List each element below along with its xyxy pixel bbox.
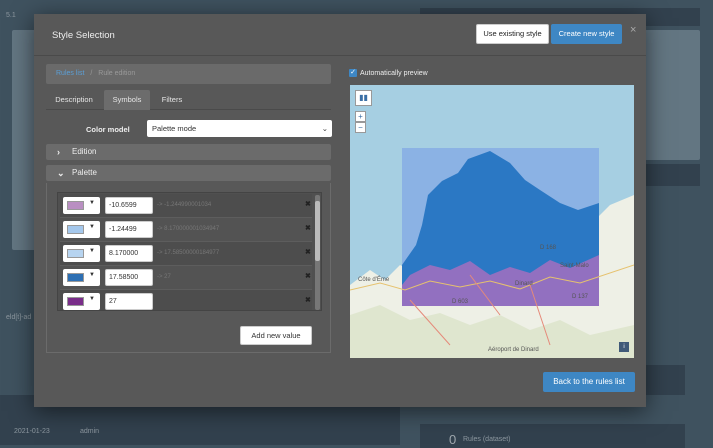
color-picker-button[interactable]: ▼ xyxy=(63,293,100,310)
zoom-out-button[interactable]: − xyxy=(355,122,366,133)
range-text: -> 27 xyxy=(157,274,171,280)
tab-filters[interactable]: Filters xyxy=(152,90,192,110)
breadcrumb-current: Rule edition xyxy=(98,70,136,77)
caret-down-icon: ▼ xyxy=(89,248,95,254)
color-swatch xyxy=(67,225,84,234)
style-selection-modal: Style Selection Use existing style Creat… xyxy=(34,14,646,407)
delete-icon[interactable]: ✖ xyxy=(305,248,311,256)
delete-icon[interactable]: ✖ xyxy=(305,200,311,208)
edition-section-header[interactable]: › Edition xyxy=(46,144,331,160)
auto-preview-label: Automatically preview xyxy=(360,69,428,77)
chevron-down-icon: ⌄ xyxy=(321,124,328,133)
value-input[interactable]: 27 xyxy=(105,293,153,310)
caret-down-icon: ▼ xyxy=(89,296,95,302)
palette-list: ▼ -10.6599 -> -1.244990001034 ✖ ▼ -1.244… xyxy=(57,192,322,311)
chevron-down-icon: ⌄ xyxy=(57,168,65,178)
checkmark-icon: ✓ xyxy=(349,69,357,77)
color-swatch xyxy=(67,201,84,210)
zoom-in-button[interactable]: + xyxy=(355,111,366,122)
range-text: -> -1.244990001034 xyxy=(157,202,212,208)
color-model-select[interactable]: Palette mode ⌄ xyxy=(147,120,332,137)
edition-section-label: Edition xyxy=(72,147,97,156)
value-input[interactable]: 8.170000 xyxy=(105,245,153,262)
value-input[interactable]: -10.6599 xyxy=(105,197,153,214)
auto-preview-checkbox[interactable]: ✓ Automatically preview xyxy=(349,69,428,77)
add-new-value-button[interactable]: Add new value xyxy=(240,326,312,345)
palette-scrollbar[interactable] xyxy=(315,195,320,310)
caret-down-icon: ▼ xyxy=(89,224,95,230)
palette-row: ▼ 8.170000 -> 17.58500000184977 ✖ xyxy=(60,242,312,266)
caret-down-icon: ▼ xyxy=(89,272,95,278)
map-place-label: Dinard xyxy=(515,281,533,287)
back-to-rules-list-button[interactable]: Back to the rules list xyxy=(543,372,635,392)
value-input[interactable]: -1.24499 xyxy=(105,221,153,238)
color-picker-button[interactable]: ▼ xyxy=(63,269,100,286)
color-picker-button[interactable]: ▼ xyxy=(63,245,100,262)
use-existing-style-button[interactable]: Use existing style xyxy=(476,24,549,44)
range-text: -> 17.58500000184977 xyxy=(157,250,220,256)
map-canvas xyxy=(350,148,634,358)
palette-section-header[interactable]: ⌄ Palette xyxy=(46,165,331,181)
tab-symbols[interactable]: Symbols xyxy=(104,90,150,110)
breadcrumb-separator: / xyxy=(90,70,93,77)
map-info-icon[interactable]: i xyxy=(619,342,629,352)
breadcrumb: Rules list / Rule edition xyxy=(46,64,331,84)
palette-row: ▼ 17.58500 -> 27 ✖ xyxy=(60,266,312,290)
map-place-label: D 168 xyxy=(540,245,557,251)
delete-icon[interactable]: ✖ xyxy=(305,272,311,280)
value-input[interactable]: 17.58500 xyxy=(105,269,153,286)
tab-description[interactable]: Description xyxy=(46,90,102,110)
palette-row: ▼ -10.6599 -> -1.244990001034 ✖ xyxy=(60,194,312,218)
map-preview[interactable]: ▮▮ + − Côte d'Éme Dinard Saint-Malo D 16… xyxy=(350,85,634,358)
create-new-style-button[interactable]: Create new style xyxy=(551,24,622,44)
map-place-label: Saint-Malo xyxy=(560,263,589,269)
color-model-label: Color model xyxy=(86,125,130,134)
delete-icon[interactable]: ✖ xyxy=(305,224,311,232)
map-place-label: Côte d'Éme xyxy=(358,277,390,283)
scrollbar-thumb[interactable] xyxy=(315,201,320,261)
map-place-label: Aéroport de Dinard xyxy=(488,347,539,353)
color-swatch xyxy=(67,273,84,282)
tab-bar: Description Symbols Filters xyxy=(46,90,331,110)
range-text: -> 8.170000001034947 xyxy=(157,226,220,232)
palette-panel: ▼ -10.6599 -> -1.244990001034 ✖ ▼ -1.244… xyxy=(46,183,331,353)
color-swatch xyxy=(67,249,84,258)
map-place-label: D 603 xyxy=(452,299,469,305)
modal-header: Style Selection Use existing style Creat… xyxy=(34,14,646,56)
map-place-label: D 137 xyxy=(572,294,589,300)
color-picker-button[interactable]: ▼ xyxy=(63,197,100,214)
color-swatch xyxy=(67,297,84,306)
delete-icon[interactable]: ✖ xyxy=(305,296,311,304)
color-picker-button[interactable]: ▼ xyxy=(63,221,100,238)
palette-section-label: Palette xyxy=(72,168,97,177)
palette-row: ▼ -1.24499 -> 8.170000001034947 ✖ xyxy=(60,218,312,242)
close-icon[interactable]: × xyxy=(630,24,636,36)
caret-down-icon: ▼ xyxy=(89,200,95,206)
chevron-right-icon: › xyxy=(57,147,60,157)
modal-title: Style Selection xyxy=(52,30,115,41)
chart-toggle-button[interactable]: ▮▮ xyxy=(355,90,372,106)
breadcrumb-rules-list[interactable]: Rules list xyxy=(56,70,84,77)
color-model-value: Palette mode xyxy=(152,124,197,133)
palette-row: ▼ 27 ✖ xyxy=(60,290,312,310)
